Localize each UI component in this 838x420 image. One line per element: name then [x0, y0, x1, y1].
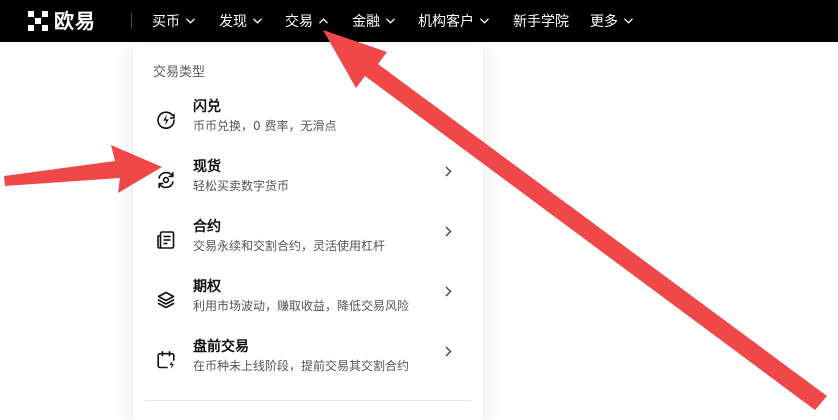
- nav-item-more[interactable]: 更多: [590, 0, 633, 42]
- logo-mark-icon: [28, 11, 48, 31]
- menu-item-title: 合约: [193, 219, 221, 235]
- lightning-circle-icon: [157, 111, 175, 129]
- trade-dropdown-menu: 交易类型 闪兑 币币兑换，0 费率，无滑点 现货 轻松买卖数字货币 合约 交易永…: [133, 44, 483, 420]
- chevron-down-icon: [624, 18, 633, 24]
- nav-item-discover[interactable]: 发现: [219, 0, 262, 42]
- okx-logo[interactable]: 欧易: [28, 8, 96, 34]
- menu-item-description: 币币兑换，0 费率，无滑点: [193, 119, 337, 133]
- nav-item-label: 发现: [219, 14, 247, 30]
- menu-item-title: 现货: [193, 159, 221, 175]
- chevron-right-icon: [445, 286, 452, 297]
- menu-item-convert[interactable]: 闪兑 币币兑换，0 费率，无滑点: [133, 96, 483, 152]
- menu-item-pre-market[interactable]: 盘前交易 在币种未上线阶段，提前交易其交割合约: [133, 336, 483, 392]
- nav-item-label: 买币: [152, 14, 180, 30]
- layers-icon: [157, 291, 175, 309]
- menu-item-description: 轻松买卖数字货币: [193, 179, 290, 193]
- nav-item-finance[interactable]: 金融: [352, 0, 395, 42]
- top-navigation-bar: 欧易 买币 发现 交易 金融 机构客户 新手学院 更多: [0, 0, 838, 42]
- nav-item-buy-crypto[interactable]: 买币: [152, 0, 195, 42]
- menu-item-title: 闪兑: [193, 99, 221, 115]
- dropdown-divider: [145, 400, 471, 401]
- chevron-right-icon: [445, 346, 452, 357]
- menu-item-description: 利用市场波动，赚取收益，降低交易风险: [193, 299, 410, 313]
- menu-item-title: 盘前交易: [193, 339, 249, 355]
- nav-item-institutional[interactable]: 机构客户: [418, 0, 489, 42]
- chevron-down-icon: [386, 18, 395, 24]
- chevron-right-icon: [445, 226, 452, 237]
- spot-exchange-icon: [158, 171, 174, 189]
- nav-item-label: 机构客户: [418, 14, 474, 30]
- menu-item-title: 期权: [193, 279, 221, 295]
- menu-item-options[interactable]: 期权 利用市场波动，赚取收益，降低交易风险: [133, 276, 483, 332]
- nav-item-label: 新手学院: [513, 14, 569, 30]
- nav-item-label: 交易: [285, 14, 313, 30]
- menu-item-spot[interactable]: 现货 轻松买卖数字货币: [133, 156, 483, 212]
- calendar-bolt-icon: [157, 350, 175, 369]
- chevron-down-icon: [480, 18, 489, 24]
- nav-item-label: 金融: [352, 14, 380, 30]
- nav-item-trade[interactable]: 交易: [285, 0, 328, 42]
- dropdown-heading: 交易类型: [153, 65, 206, 80]
- nav-item-label: 更多: [590, 14, 618, 30]
- chevron-down-icon: [253, 18, 262, 24]
- chevron-down-icon: [186, 18, 195, 24]
- menu-item-description: 交易永续和交割合约，灵活使用杠杆: [193, 239, 386, 253]
- logo-text: 欧易: [54, 9, 96, 33]
- contract-document-icon: [157, 231, 175, 249]
- chevron-up-icon: [319, 18, 328, 24]
- chevron-right-icon: [445, 166, 452, 177]
- menu-item-description: 在币种未上线阶段，提前交易其交割合约: [193, 359, 410, 373]
- nav-item-academy[interactable]: 新手学院: [513, 0, 569, 42]
- menu-item-futures[interactable]: 合约 交易永续和交割合约，灵活使用杠杆: [133, 216, 483, 272]
- nav-divider: [131, 13, 132, 29]
